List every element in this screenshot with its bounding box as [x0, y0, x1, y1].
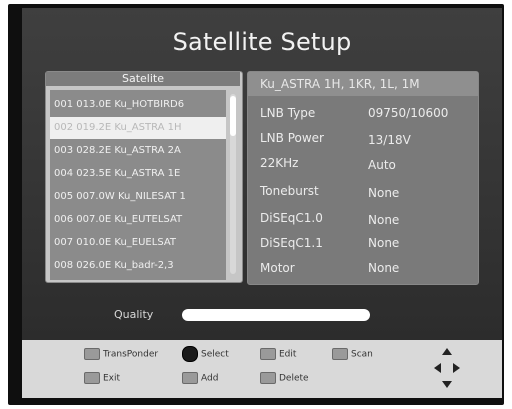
select-label: Select	[201, 349, 229, 360]
satellite-setup-screen: Satellite Setup 001 013.0E Ku_HOTBIRD6 0…	[22, 8, 502, 340]
scrollbar-thumb[interactable]	[230, 96, 236, 136]
satellite-list-item[interactable]: 008 026.0E Ku_badr-2,3	[50, 255, 226, 277]
satellite-list-header: Satelite	[46, 72, 240, 86]
toneburst-value[interactable]: None	[368, 182, 399, 204]
add-key[interactable]: Add	[182, 372, 218, 385]
transponder-key[interactable]: TransPonder	[84, 348, 158, 361]
edit-label: Edit	[279, 349, 297, 360]
satellite-list-item[interactable]: 007 010.0E Ku_EUELSAT	[50, 232, 226, 254]
22khz-label: 22KHz	[260, 156, 299, 170]
lnb-power-value[interactable]: 13/18V	[368, 129, 411, 151]
diseqc11-value[interactable]: None	[368, 232, 399, 254]
22khz-value[interactable]: Auto	[368, 154, 396, 176]
satellite-list[interactable]: 001 013.0E Ku_HOTBIRD6 002 019.2E Ku_AST…	[50, 90, 226, 280]
motor-value[interactable]: None	[368, 257, 399, 279]
button-legend: TransPonder Select Edit Scan Exit Add De…	[22, 340, 502, 398]
satellite-details-panel: Ku_ASTRA 1H, 1KR, 1L, 1M LNB Type 09750/…	[247, 71, 479, 285]
quality-label: Quality	[114, 308, 154, 321]
diseqc10-value[interactable]: None	[368, 209, 399, 231]
exit-key[interactable]: Exit	[84, 372, 120, 385]
motor-label: Motor	[260, 261, 295, 275]
yellow-key-icon	[182, 372, 198, 384]
satellite-list-item[interactable]: 004 023.5E Ku_ASTRA 1E	[50, 163, 226, 185]
satellite-name: Ku_ASTRA 1H, 1KR, 1L, 1M	[248, 72, 478, 96]
left-arrow-icon	[434, 363, 441, 373]
satellite-list-item[interactable]: 001 013.0E Ku_HOTBIRD6	[50, 94, 226, 116]
down-arrow-icon	[442, 381, 452, 388]
blue-key-icon	[332, 348, 348, 360]
ok-key-icon	[182, 346, 198, 362]
dpad-icon	[432, 346, 462, 390]
lnb-type-label: LNB Type	[260, 106, 316, 120]
transponder-label: TransPonder	[103, 349, 159, 360]
red-key-icon	[84, 348, 100, 360]
red-key-icon	[260, 372, 276, 384]
toneburst-label: Toneburst	[260, 184, 319, 198]
quality-bar	[182, 309, 370, 321]
exit-label: Exit	[103, 373, 121, 384]
page-title: Satellite Setup	[172, 28, 352, 56]
edit-key[interactable]: Edit	[260, 348, 296, 361]
lnb-type-value[interactable]: 09750/10600	[368, 102, 448, 124]
right-arrow-icon	[453, 363, 460, 373]
scan-key[interactable]: Scan	[332, 348, 373, 361]
satellite-list-item[interactable]: 006 007.0E Ku_EUTELSAT	[50, 209, 226, 231]
lnb-power-label: LNB Power	[260, 131, 324, 145]
satellite-list-scrollbar[interactable]	[230, 94, 236, 274]
delete-key[interactable]: Delete	[260, 372, 309, 385]
select-key[interactable]: Select	[182, 346, 229, 362]
satellite-list-item[interactable]: 003 028.2E Ku_ASTRA 2A	[50, 140, 226, 162]
satellite-list-panel: 001 013.0E Ku_HOTBIRD6 002 019.2E Ku_AST…	[45, 71, 243, 283]
green-key-icon	[260, 348, 276, 360]
satellite-list-item-selected[interactable]: 002 019.2E Ku_ASTRA 1H	[50, 117, 226, 139]
up-arrow-icon	[442, 348, 452, 355]
diseqc11-label: DiSEqC1.1	[260, 236, 323, 250]
dpad-arrows-icon	[434, 348, 460, 388]
satellite-list-item[interactable]: 005 007.0W Ku_NILESAT 1	[50, 186, 226, 208]
exit-key-icon	[84, 372, 100, 384]
scan-label: Scan	[351, 349, 373, 360]
diseqc10-label: DiSEqC1.0	[260, 211, 323, 225]
add-label: Add	[201, 373, 219, 384]
delete-label: Delete	[279, 373, 309, 384]
